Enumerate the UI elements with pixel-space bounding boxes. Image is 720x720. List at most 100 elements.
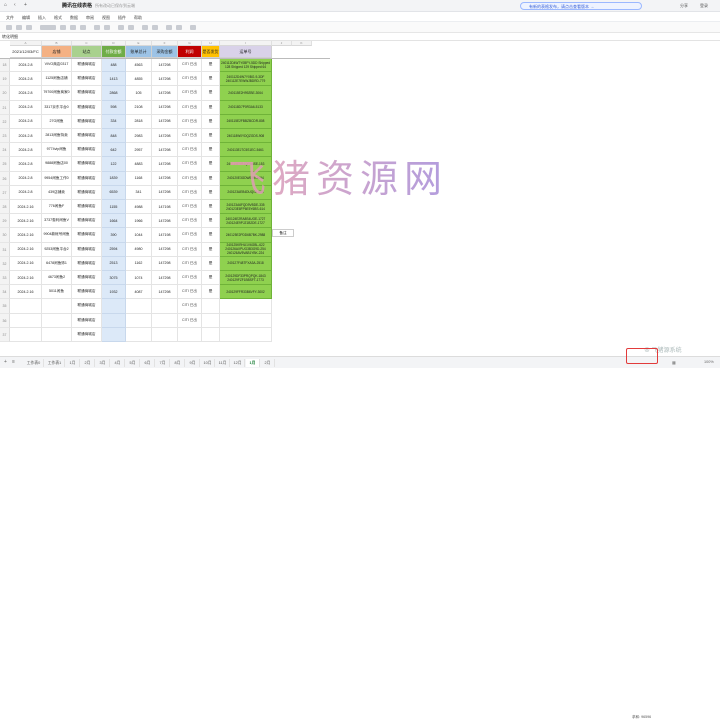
table-cell[interactable]: CITI 已出 <box>178 143 202 158</box>
table-cell[interactable]: 联通商城店 <box>72 114 102 129</box>
row-number[interactable]: 34 <box>0 285 10 300</box>
row-number[interactable]: 19 <box>0 72 10 87</box>
row-number[interactable]: 23 <box>0 129 10 144</box>
row-number[interactable]: 18 <box>0 58 10 73</box>
redo-icon[interactable] <box>16 25 22 30</box>
table-cell[interactable]: CITI 已出 <box>178 285 202 300</box>
table-cell[interactable]: 2024.2.8 <box>10 185 42 200</box>
table-cell[interactable]: 147298 <box>152 100 178 115</box>
header-cell[interactable]: 店铺 <box>42 46 72 58</box>
table-cell[interactable]: CITI 已出 <box>178 100 202 115</box>
table-cell[interactable]: 联通商城店 <box>72 185 102 200</box>
sheet-tab[interactable]: 8月 <box>171 359 185 367</box>
row-number[interactable]: 35 <box>0 299 10 314</box>
add-tab-icon[interactable]: + <box>24 2 27 8</box>
align-icon[interactable] <box>142 25 148 30</box>
header-cell[interactable]: 运单号 <box>220 46 272 58</box>
update-notice[interactable]: 有新的表格发布，请点击查看版本 → <box>520 2 642 10</box>
tracking-cell[interactable]: 240118W0YDQZGDS-908 <box>220 129 272 144</box>
tracking-cell[interactable]: 240123AEB4DUQGJ-803 <box>220 185 272 200</box>
undo-icon[interactable] <box>6 25 12 30</box>
share-button[interactable]: 分享 <box>680 3 688 9</box>
format-painter-icon[interactable] <box>26 25 32 30</box>
zoom-level[interactable]: 100% <box>704 360 714 364</box>
table-cell[interactable]: 122 <box>102 157 126 172</box>
table-cell[interactable] <box>126 327 152 342</box>
menu-format[interactable]: 格式 <box>54 15 62 21</box>
bold-icon[interactable] <box>60 25 66 30</box>
table-cell[interactable]: 2024.2.8 <box>10 114 42 129</box>
table-cell[interactable]: 联通商城店 <box>72 242 102 257</box>
table-cell[interactable]: CITI 已出 <box>178 58 202 73</box>
table-cell[interactable]: 2108 <box>126 100 152 115</box>
table-cell[interactable]: 是 <box>202 58 220 73</box>
table-cell[interactable]: 2024.2.16 <box>10 256 42 271</box>
table-cell[interactable]: 1839 <box>102 171 126 186</box>
table-cell[interactable]: 2024.2.8 <box>10 72 42 87</box>
table-cell[interactable]: 147298 <box>152 171 178 186</box>
table-cell[interactable]: 147298 <box>152 285 178 300</box>
row-number[interactable]: 20 <box>0 86 10 101</box>
sheet-tab[interactable]: 3月 <box>96 359 110 367</box>
sort-icon[interactable] <box>176 25 182 30</box>
table-cell[interactable]: 是 <box>202 256 220 271</box>
header-cell[interactable]: 账单总计 <box>126 46 152 58</box>
header-cell[interactable]: 采购金额 <box>152 46 178 58</box>
table-cell[interactable]: 4855 <box>126 72 152 87</box>
table-cell[interactable]: 147298 <box>152 143 178 158</box>
table-cell[interactable]: 4988 <box>126 200 152 215</box>
table-cell[interactable]: 是 <box>202 72 220 87</box>
table-cell[interactable]: 598 <box>102 100 126 115</box>
tracking-cell[interactable]: 240127F48TFXA3A-2518 <box>220 256 272 271</box>
table-cell[interactable]: 5011闲鱼 <box>42 285 72 300</box>
menu-file[interactable]: 文件 <box>6 15 14 21</box>
table-cell[interactable] <box>102 327 126 342</box>
row-number[interactable]: 28 <box>0 200 10 215</box>
table-cell[interactable]: 4980 <box>126 242 152 257</box>
sheet-tab[interactable]: 10月 <box>201 359 215 367</box>
table-cell[interactable] <box>10 327 42 342</box>
sheet-tab[interactable]: 12月 <box>231 359 245 367</box>
table-cell[interactable] <box>42 313 72 328</box>
table-cell[interactable]: 2513 <box>102 256 126 271</box>
table-cell[interactable]: 2957 <box>126 143 152 158</box>
table-cell[interactable]: 2594 <box>102 242 126 257</box>
table-cell[interactable]: 联通商城店 <box>72 171 102 186</box>
table-cell[interactable]: 是 <box>202 214 220 229</box>
table-cell[interactable]: 联通商城店 <box>72 271 102 286</box>
row-number[interactable]: 31 <box>0 242 10 257</box>
table-cell[interactable]: 848 <box>102 129 126 144</box>
row-number[interactable]: 32 <box>0 256 10 271</box>
table-cell[interactable]: 是 <box>202 242 220 257</box>
table-cell[interactable]: 联通商城店 <box>72 200 102 215</box>
table-cell[interactable]: 390 <box>102 228 126 243</box>
table-cell[interactable]: 是 <box>202 185 220 200</box>
header-cell[interactable]: 利润 <box>178 46 202 58</box>
table-cell[interactable]: CITI 已出 <box>178 228 202 243</box>
table-cell[interactable]: 147298 <box>152 114 178 129</box>
table-cell[interactable]: 79700闲鱼商家0 <box>42 86 72 101</box>
table-cell[interactable]: 是 <box>202 129 220 144</box>
table-cell[interactable]: 147298 <box>152 58 178 73</box>
row-number[interactable]: 25 <box>0 157 10 172</box>
table-cell[interactable]: 联通商城店 <box>72 256 102 271</box>
tracking-cell[interactable]: 240124E2RA8S4UGE-1727 240124E9PJZ1B2DE-1… <box>220 214 272 229</box>
table-cell[interactable]: 147198 <box>152 200 178 215</box>
table-cell[interactable]: 是 <box>202 143 220 158</box>
table-cell[interactable] <box>202 313 220 328</box>
table-cell[interactable] <box>152 313 178 328</box>
table-cell[interactable]: 4087 <box>126 285 152 300</box>
table-cell[interactable]: 1168 <box>126 171 152 186</box>
sheet-tab[interactable]: 1月 <box>246 359 260 367</box>
tracking-cell[interactable] <box>220 299 272 314</box>
table-cell[interactable]: 1162 <box>126 256 152 271</box>
row-number[interactable]: 22 <box>0 114 10 129</box>
table-cell[interactable]: 2024.2.8 <box>10 157 42 172</box>
sheet-tab[interactable]: 7月 <box>156 359 170 367</box>
table-cell[interactable]: CITI 已出 <box>178 200 202 215</box>
table-cell[interactable]: 2024.2.8 <box>10 171 42 186</box>
row-number[interactable]: 33 <box>0 271 10 286</box>
table-cell[interactable]: 3317京东平台0 <box>42 100 72 115</box>
row-number[interactable]: 36 <box>0 313 10 328</box>
formula-bar[interactable]: 转化明细 <box>0 33 720 41</box>
